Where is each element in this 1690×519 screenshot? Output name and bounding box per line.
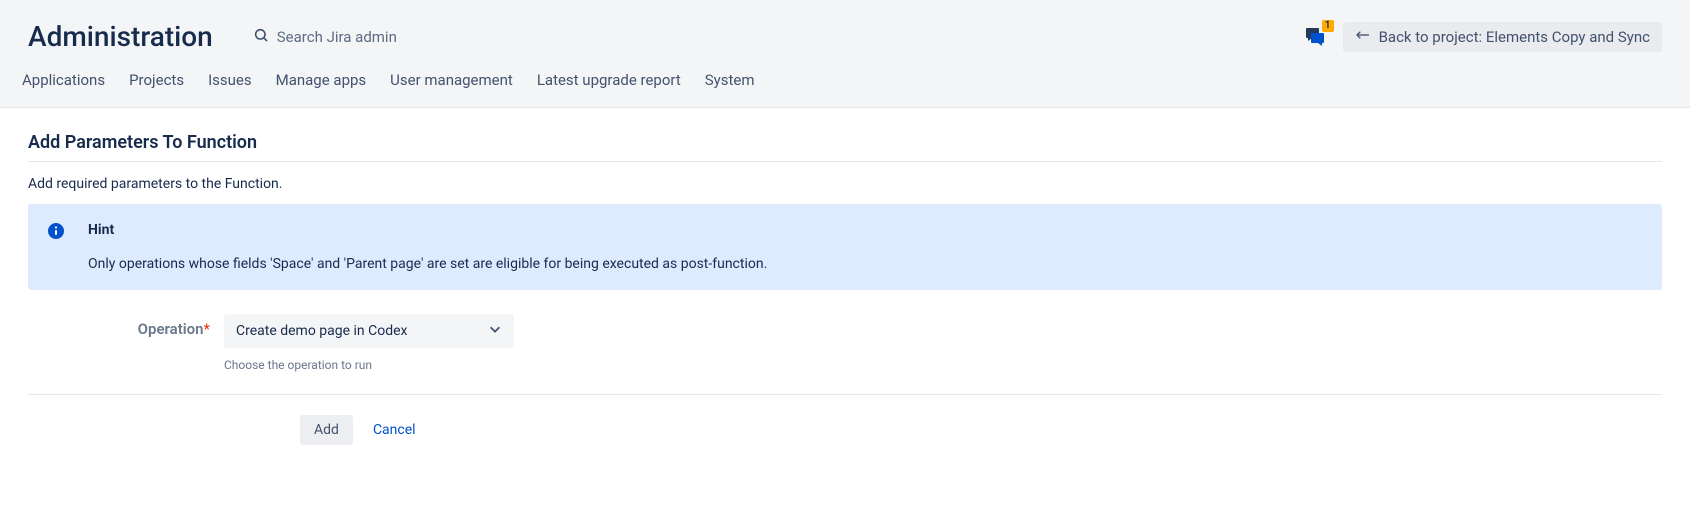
chevron-down-icon (488, 322, 502, 340)
nav-item-manage-apps[interactable]: Manage apps (276, 67, 367, 93)
nav-item-user-management[interactable]: User management (390, 67, 513, 93)
nav-item-issues[interactable]: Issues (208, 67, 252, 93)
hint-title: Hint (88, 222, 767, 238)
nav-item-applications[interactable]: Applications (22, 67, 105, 93)
operation-label-text: Operation (138, 320, 204, 338)
required-asterisk: * (204, 320, 210, 338)
main-content: Add Parameters To Function Add required … (0, 108, 1690, 469)
admin-search[interactable]: Search Jira admin (253, 27, 1303, 47)
page-title: Administration (28, 20, 213, 53)
operation-select[interactable]: Create demo page in Codex (224, 314, 514, 348)
operation-hint: Choose the operation to run (224, 358, 514, 372)
operation-field: Create demo page in Codex Choose the ope… (224, 314, 514, 372)
hint-text: Only operations whose fields 'Space' and… (88, 256, 767, 272)
back-to-project-button[interactable]: Back to project: Elements Copy and Sync (1343, 22, 1662, 52)
info-icon (48, 223, 64, 239)
button-row: Add Cancel (28, 415, 1662, 445)
admin-nav: Applications Projects Issues Manage apps… (0, 67, 1690, 107)
operation-row: Operation* Create demo page in Codex Cho… (28, 314, 1662, 372)
header-right: 1 Back to project: Elements Copy and Syn… (1303, 22, 1662, 52)
add-button[interactable]: Add (300, 415, 353, 445)
nav-item-system[interactable]: System (705, 67, 755, 93)
operation-label: Operation* (28, 314, 224, 338)
section-title: Add Parameters To Function (28, 132, 1662, 153)
operation-value: Create demo page in Codex (236, 323, 408, 339)
form-divider (28, 394, 1662, 395)
feedback-icon[interactable]: 1 (1303, 25, 1327, 49)
nav-item-upgrade-report[interactable]: Latest upgrade report (537, 67, 681, 93)
feedback-badge: 1 (1321, 19, 1335, 33)
search-placeholder: Search Jira admin (277, 28, 397, 46)
back-label: Back to project: Elements Copy and Sync (1379, 28, 1650, 46)
hint-panel: Hint Only operations whose fields 'Space… (28, 204, 1662, 290)
admin-header-region: Administration Search Jira admin 1 Back … (0, 0, 1690, 108)
search-icon (253, 27, 269, 47)
title-divider (28, 161, 1662, 162)
cancel-button[interactable]: Cancel (373, 422, 416, 438)
section-description: Add required parameters to the Function. (28, 176, 1662, 192)
header-row: Administration Search Jira admin 1 Back … (0, 0, 1690, 67)
nav-item-projects[interactable]: Projects (129, 67, 184, 93)
back-arrow-icon (1355, 28, 1371, 46)
hint-body: Hint Only operations whose fields 'Space… (88, 222, 767, 272)
